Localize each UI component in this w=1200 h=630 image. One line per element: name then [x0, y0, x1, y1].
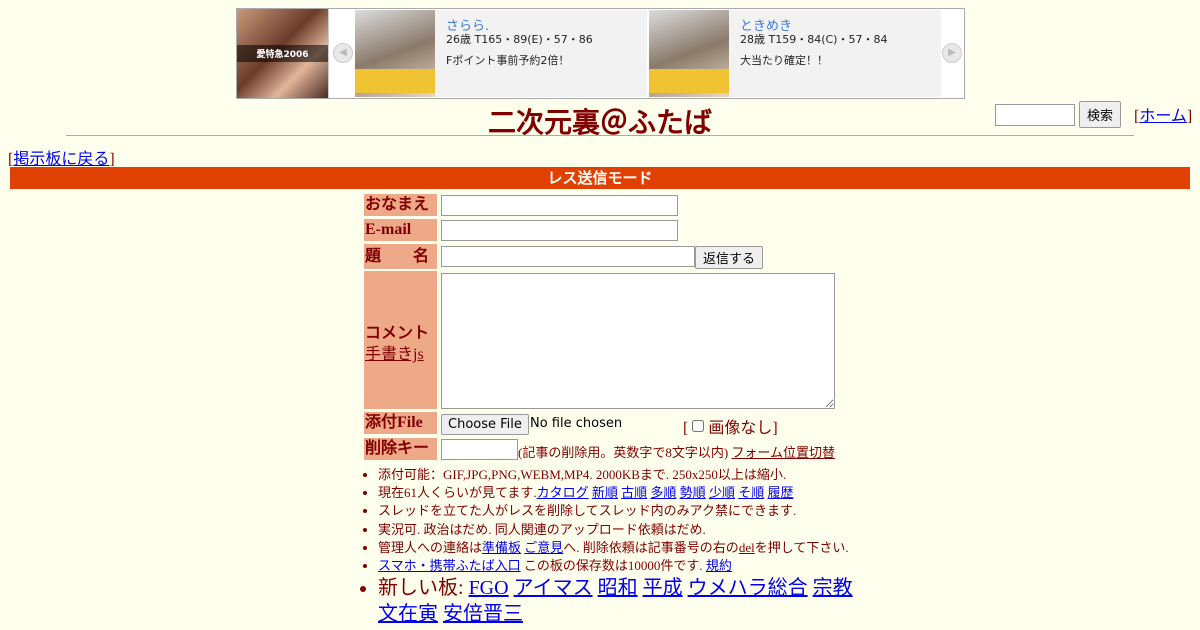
ad-card-desc: 大当たり確定！！ [740, 54, 828, 67]
back-link-wrapper: [掲示板に戻る] [8, 151, 115, 168]
sort-old-link[interactable]: 古順 [621, 485, 647, 500]
email-field[interactable] [441, 220, 678, 241]
new-boards-item: 新しい板: FGO アイマス 昭和 平成 ウメハラ総合 宗教文在寅 安倍晋三 [378, 575, 853, 627]
divider [66, 135, 1134, 136]
noimage-label: 画像なし [708, 420, 773, 437]
delkey-note-text: (記事の削除用。英数字で8文字以内) [518, 445, 729, 460]
catalog-link[interactable]: カタログ [537, 485, 589, 500]
comment-label-cell: コメント 手書きjs [364, 271, 437, 409]
sort-many-link[interactable]: 多順 [650, 485, 676, 500]
file-label: 添付File [364, 412, 437, 434]
rules-list: 添付可能：GIF,JPG,PNG,WEBM,MP4. 2000KBまで. 250… [360, 466, 853, 627]
board-link-heisei[interactable]: 平成 [643, 577, 683, 599]
contact-text: 管理人への連絡は [378, 539, 483, 555]
delkey-label: 削除キー [364, 438, 437, 460]
name-field[interactable] [441, 195, 678, 216]
del-link[interactable]: del [739, 540, 755, 555]
rule-item: 添付可能：GIF,JPG,PNG,WEBM,MP4. 2000KBまで. 250… [378, 466, 853, 484]
ad-card-photo [649, 10, 729, 97]
form-position-link[interactable]: フォーム位置切替 [731, 445, 835, 460]
board-link-showa[interactable]: 昭和 [598, 577, 638, 599]
back-to-board-link[interactable]: 掲示板に戻る [13, 151, 109, 168]
ad-card-spec: 28歳 T159・84(C)・57・84 [740, 33, 888, 46]
sort-momentum-link[interactable]: 勢順 [680, 485, 706, 500]
board-link-umehara[interactable]: ウメハラ総合 [688, 577, 808, 599]
reply-submit-button[interactable]: 返信する [695, 246, 764, 269]
delkey-note: (記事の削除用。英数字で8文字以内) フォーム位置切替 [518, 442, 835, 461]
subject-field[interactable] [441, 246, 695, 267]
comment-textarea[interactable] [441, 273, 835, 409]
ad-banner-strip[interactable]: 愛特急2006 ◀ さらら. 26歳 T165・89(E)・57・86 Fポイン… [236, 8, 965, 99]
search-button[interactable]: 検索 [1079, 101, 1122, 128]
rule-item: 実況可. 政治はだめ. 同人関連のアップロード依頼はだめ. [378, 521, 853, 539]
ad-card-spec: 26歳 T165・89(E)・57・86 [446, 33, 593, 46]
choose-file-button[interactable]: Choose File [441, 414, 529, 435]
search-form: 検索 [995, 101, 1122, 128]
terms-link[interactable]: 規約 [706, 558, 732, 573]
new-boards-label: 新しい板: [378, 577, 464, 600]
sort-so-link[interactable]: そ順 [738, 485, 764, 500]
board-link-religion[interactable]: 宗教 [813, 577, 853, 599]
history-link[interactable]: 履歴 [767, 485, 793, 500]
ad-banner-text: 愛特急2006 [237, 45, 328, 62]
prep-board-link[interactable]: 準備板 [482, 540, 521, 555]
board-link-fgo[interactable]: FGO [469, 577, 509, 599]
handwriting-link[interactable]: 手書きjs [365, 340, 424, 364]
subject-label: 題 名 [364, 244, 437, 269]
board-link-abe[interactable]: 安倍晋三 [443, 603, 523, 625]
mobile-entry-link[interactable]: スマホ・携帯ふたば入口 [378, 558, 521, 573]
sort-new-link[interactable]: 新順 [592, 485, 618, 500]
ad-next-arrow-icon[interactable]: ▶ [942, 43, 962, 63]
rule-item: 現在61人くらいが見てます.カタログ 新順 古順 多順 勢順 少順 そ順 履歴 [378, 484, 853, 502]
noimage-option: [ 画像なし] [683, 420, 778, 437]
delete-request-text: へ. 削除依頼は記事番号の右の [563, 539, 739, 555]
noimage-checkbox[interactable] [692, 420, 705, 432]
home-link-wrapper: [ホーム] [1134, 108, 1193, 125]
ad-prev-arrow-icon[interactable]: ◀ [333, 43, 353, 63]
rule-item: スレッドを立てた人がレスを削除してスレッド内のみアク禁にできます. [378, 502, 853, 520]
home-link[interactable]: ホーム [1139, 108, 1187, 125]
board-link-moon[interactable]: 文在寅 [378, 603, 438, 625]
rule-item: スマホ・携帯ふたば入口 この板の保存数は10000件です. 規約 [378, 557, 853, 575]
search-input[interactable] [995, 103, 1075, 126]
board-link-imas[interactable]: アイマス [514, 577, 593, 599]
storage-text: この板の保存数は10000件です. [520, 558, 703, 574]
ad-card[interactable]: さらら. 26歳 T165・89(E)・57・86 Fポイント事前予約2倍！ [355, 10, 647, 97]
ad-card-photo [355, 10, 435, 97]
viewer-count: 現在61人くらいが見てます. [378, 485, 537, 501]
name-label: おなまえ [364, 194, 437, 216]
rule-item: 管理人への連絡は準備板 ご意見へ. 削除依頼は記事番号の右のdelを押して下さい… [378, 539, 853, 557]
ad-card-desc: Fポイント事前予約2倍！ [446, 54, 570, 67]
sort-few-link[interactable]: 少順 [709, 485, 735, 500]
feedback-link[interactable]: ご意見 [524, 540, 563, 555]
ad-card[interactable]: ときめき 28歳 T159・84(C)・57・84 大当たり確定！！ [649, 10, 941, 97]
delkey-field[interactable] [441, 439, 518, 460]
email-label: E-mail [364, 219, 437, 241]
mode-bar: レス送信モード [10, 167, 1190, 189]
ad-banner-image[interactable]: 愛特急2006 [237, 9, 329, 98]
no-file-text: No file chosen [530, 416, 623, 431]
delete-request-suffix: を押して下さい. [754, 539, 849, 555]
